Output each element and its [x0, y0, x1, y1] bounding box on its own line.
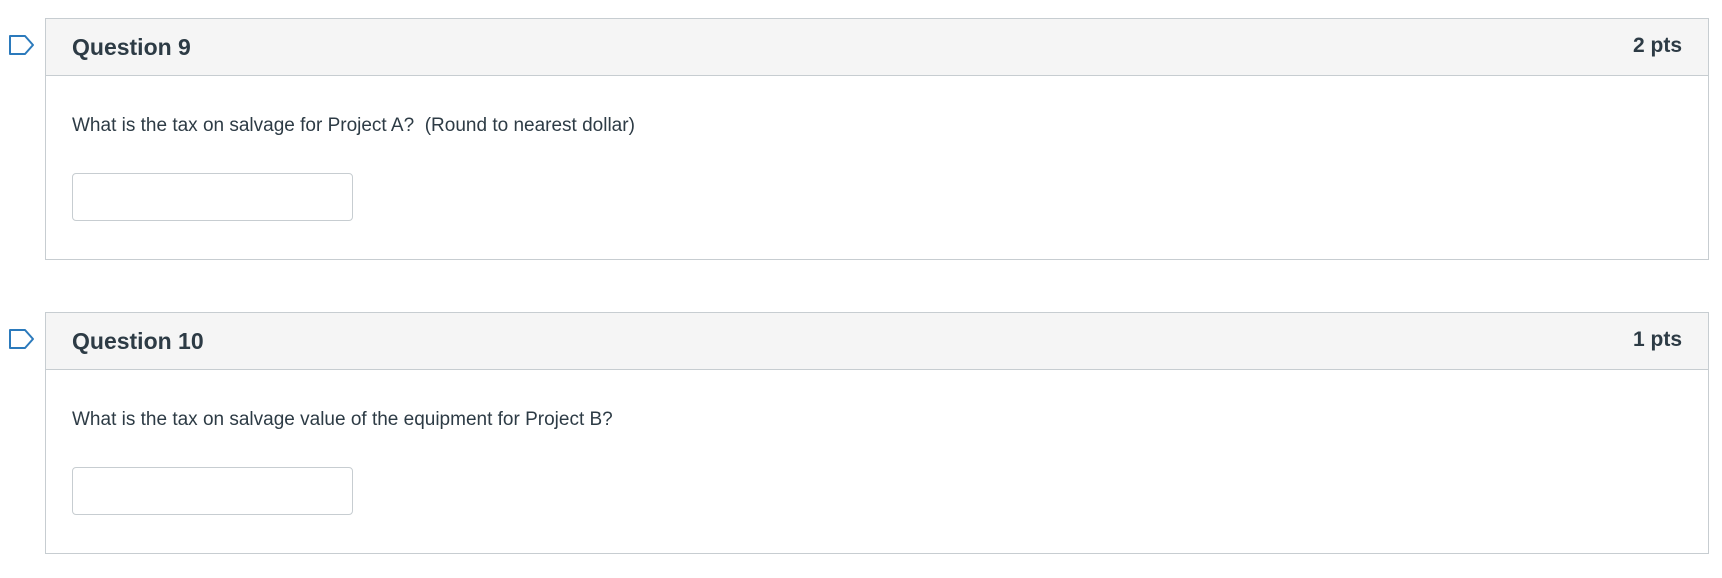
question-9-header: Question 9 2 pts [46, 19, 1708, 76]
question-10-answer-input[interactable] [72, 467, 353, 515]
question-10-header: Question 10 1 pts [46, 313, 1708, 370]
question-9-title: Question 9 [72, 34, 191, 60]
question-9-card: Question 9 2 pts What is the tax on salv… [45, 18, 1709, 260]
flag-question-10-icon[interactable] [8, 328, 36, 350]
question-10-text: What is the tax on salvage value of the … [72, 409, 613, 430]
question-9-answer-input[interactable] [72, 173, 353, 221]
question-9-points: 2 pts [1632, 34, 1682, 57]
question-10-card: Question 10 1 pts What is the tax on sal… [45, 312, 1709, 554]
question-10-points: 1 pts [1632, 328, 1682, 351]
question-10-title: Question 10 [72, 328, 204, 354]
flag-question-9-icon[interactable] [8, 34, 36, 56]
question-9-text: What is the tax on salvage for Project A… [72, 115, 635, 136]
